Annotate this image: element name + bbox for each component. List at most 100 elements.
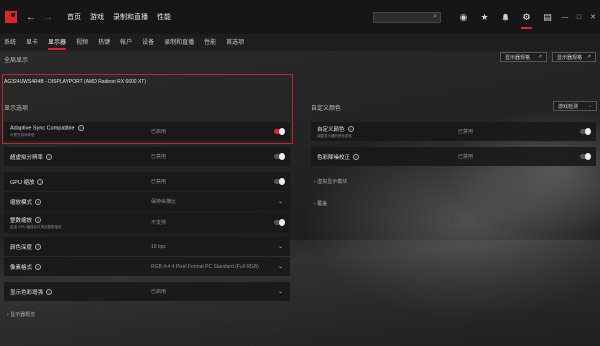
subtab-record-stream[interactable]: 录制和直播	[164, 34, 194, 51]
gear-icon[interactable]: ⚙	[516, 0, 537, 34]
setting-value: 已启用	[151, 289, 167, 295]
monitor-specs-button-2[interactable]: 显示器规格 ↗	[552, 52, 596, 62]
overrides-expander[interactable]: › 覆盖	[314, 200, 327, 207]
chevron-right-icon: ›	[7, 312, 9, 318]
bell-glyph	[502, 13, 509, 21]
setting-row-scaling-mode[interactable]: 缩放模式? 保持纵横比 ⌄	[4, 192, 290, 211]
monitor-specs-label-2: 显示器规格	[557, 54, 583, 61]
chevron-down-icon[interactable]: ⌄	[278, 243, 283, 250]
vsr-toggle[interactable]	[274, 153, 285, 160]
setting-row-pixel-format[interactable]: 像素格式? RGB 4:4:4 Pixel Format PC Standard…	[4, 257, 290, 276]
open-external-icon: ↗	[586, 54, 591, 60]
setting-row-color-depth[interactable]: 颜色深度? 10 bpc ⌄	[4, 237, 290, 256]
setting-label: 超虚拟分辨率	[10, 154, 44, 161]
setting-label-line: Adaptive Sync Compatible?	[10, 125, 147, 132]
minimize-button[interactable]: —	[558, 14, 572, 21]
subtab-preferences[interactable]: 首选项	[226, 34, 244, 51]
setting-label-line: 显示色彩增强?	[10, 288, 147, 296]
help-icon[interactable]: ?	[35, 217, 42, 224]
setting-value: 不支持	[151, 220, 167, 226]
setting-sublabel: 调整显示器的颜色属性	[317, 133, 352, 138]
subtab-video[interactable]: 视频	[76, 34, 88, 51]
chevron-right-icon: ›	[314, 179, 316, 185]
setting-row-adaptive-sync[interactable]: Adaptive Sync Compatible? 可提升游戏体验 已启用	[4, 122, 290, 141]
expander-label: 虚拟显示模块	[317, 179, 348, 185]
subtab-hotkeys[interactable]: 热键	[98, 34, 110, 51]
setting-label-block: 颜色深度?	[4, 243, 147, 251]
help-icon[interactable]: ?	[35, 264, 42, 271]
setting-row-color-enhancement[interactable]: 显示色彩增强? 已启用 ⌄	[4, 282, 290, 301]
setting-value: RGB 4:4:4 Pixel Format PC Standard (Full…	[151, 263, 259, 270]
back-arrow-icon[interactable]: ←	[24, 12, 38, 23]
help-icon[interactable]: ?	[37, 179, 44, 186]
expander-label: 显示器概览	[10, 312, 36, 318]
star-icon[interactable]: ★	[474, 0, 495, 34]
close-button[interactable]: ✕	[586, 13, 600, 21]
chevron-down-icon[interactable]: ⌄	[278, 288, 283, 295]
subtab-account[interactable]: 帐户	[120, 34, 132, 51]
amd-logo-icon	[5, 11, 17, 23]
subtab-devices[interactable]: 设备	[142, 34, 154, 51]
custom-color-label: 自定义颜色	[311, 106, 342, 112]
tab-record-stream[interactable]: 录制和直播	[113, 12, 148, 22]
setting-label-block: 像素格式?	[4, 263, 147, 271]
setting-label-block: 显示色彩增强?	[4, 288, 147, 296]
help-icon[interactable]: ?	[35, 244, 42, 251]
setting-label-block: 超虚拟分辨率?	[4, 153, 147, 161]
setting-row-color-correction[interactable]: 色彩降噪校正? 已禁用	[311, 147, 596, 166]
chevron-down-icon[interactable]: ⌄	[278, 263, 283, 270]
help-icon[interactable]: ?	[46, 154, 53, 161]
tab-home[interactable]: 首页	[67, 12, 81, 22]
color-correction-toggle[interactable]	[580, 153, 591, 160]
setting-value: 10 bpc	[151, 243, 167, 250]
setting-value: 已禁用	[458, 129, 474, 135]
setting-row-integer-scaling[interactable]: 整数缩放? 启用 GPU 缩放后可用此整数缩放 不支持	[4, 212, 290, 233]
setting-row-virtual-super-resolution[interactable]: 超虚拟分辨率? 已禁用	[4, 147, 290, 166]
chevron-down-icon[interactable]: ⌄	[278, 198, 283, 205]
subtab-performance[interactable]: 性能	[204, 34, 216, 51]
tab-performance[interactable]: 性能	[157, 12, 171, 22]
display-overview-expander[interactable]: › 显示器概览	[7, 311, 35, 318]
setting-label: GPU 缩放	[10, 179, 35, 186]
help-icon[interactable]: ?	[46, 289, 53, 296]
game-detect-label: 游戏检测	[558, 103, 579, 110]
gpu-scaling-toggle[interactable]	[274, 178, 285, 185]
custom-color-toggle[interactable]	[580, 128, 591, 135]
setting-label-line: 自定义颜色?	[317, 125, 454, 133]
help-icon[interactable]: ?	[35, 199, 42, 206]
help-icon[interactable]: ?	[347, 126, 354, 133]
subtab-display[interactable]: 显示器	[48, 34, 67, 51]
help-icon[interactable]: ?	[353, 154, 360, 161]
forward-arrow-icon[interactable]: →	[41, 12, 55, 23]
subtab-system[interactable]: 系统	[4, 34, 16, 51]
monitor-specs-button[interactable]: 显示器规格 ↗	[500, 52, 547, 62]
tab-games[interactable]: 游戏	[90, 12, 104, 22]
setting-value: 已禁用	[458, 154, 474, 160]
setting-sublabel: 可提升游戏体验	[10, 132, 35, 137]
setting-value: 保持纵横比	[151, 199, 177, 205]
subtab-graphics[interactable]: 显卡	[26, 34, 38, 51]
setting-label-line: 色彩降噪校正?	[317, 153, 454, 161]
globe-icon[interactable]: ◉	[453, 0, 474, 34]
setting-row-gpu-scaling[interactable]: GPU 缩放? 已禁用	[4, 172, 290, 191]
setting-label-block: Adaptive Sync Compatible? 可提升游戏体验	[4, 125, 147, 137]
setting-row-custom-color[interactable]: 自定义颜色? 调整显示器的颜色属性 已禁用	[311, 122, 596, 141]
game-detect-button[interactable]: 游戏检测 →	[553, 101, 597, 111]
display-options-label: 显示选项	[4, 106, 29, 112]
adaptive-sync-toggle[interactable]	[274, 128, 285, 135]
virtual-display-expander[interactable]: › 虚拟显示模块	[314, 178, 347, 185]
setting-label-block: 色彩降噪校正?	[311, 153, 454, 161]
maximize-button[interactable]: □	[572, 14, 586, 21]
setting-label: 颜色深度	[10, 244, 33, 251]
setting-value: 已启用	[151, 129, 167, 135]
arrow-right-icon: →	[587, 103, 592, 109]
monitor-name: AG324UWS4R4B - DISPLAYPORT (AMD Radeon R…	[4, 79, 146, 85]
help-icon[interactable]: ?	[77, 125, 84, 132]
monitor-specs-label: 显示器规格	[505, 54, 531, 61]
integer-scaling-toggle[interactable]	[274, 219, 285, 226]
setting-sublabel: 启用 GPU 缩放后可用此整数缩放	[10, 224, 62, 229]
menu-icon[interactable]: ▤	[537, 0, 558, 34]
search-input[interactable]: ⌕	[373, 11, 441, 23]
bell-icon[interactable]	[495, 0, 516, 34]
setting-label-block: 缩放模式?	[4, 198, 147, 206]
